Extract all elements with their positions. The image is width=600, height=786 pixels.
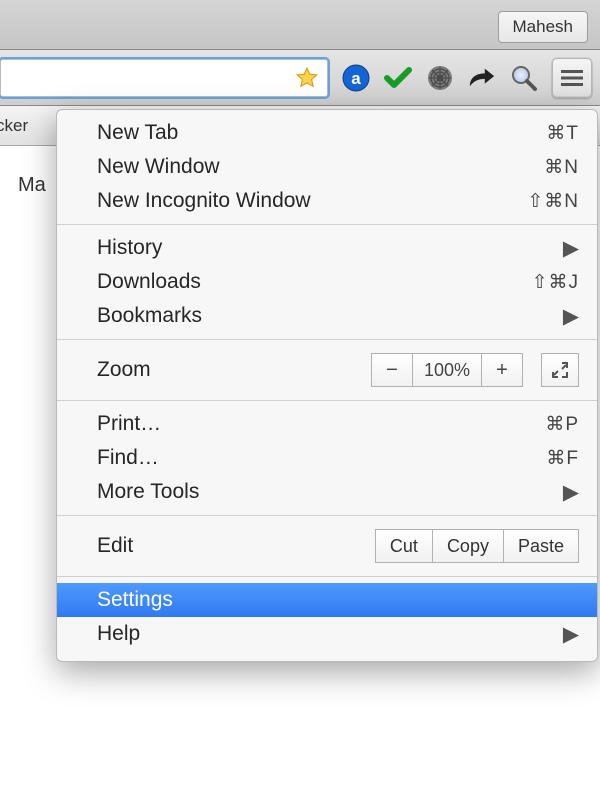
menu-item-shortcut: ⌘T	[546, 122, 579, 145]
magnifier-icon[interactable]	[510, 64, 538, 92]
menu-item-label: Settings	[97, 588, 173, 612]
user-profile-label: Mahesh	[513, 17, 573, 36]
menu-item-label: Downloads	[97, 270, 201, 294]
menu-item-shortcut: ⌘P	[545, 413, 579, 436]
submenu-arrow-icon: ▶	[563, 480, 579, 505]
zoom-label: Zoom	[97, 358, 151, 382]
green-check-icon[interactable]	[384, 64, 412, 92]
menu-item-new-incognito[interactable]: New Incognito Window ⇧⌘N	[57, 184, 597, 218]
hamburger-menu-button[interactable]	[552, 58, 592, 98]
amazon-assistant-icon[interactable]: a	[342, 64, 370, 92]
browser-toolbar: a	[0, 50, 600, 106]
menu-item-shortcut: ⇧⌘N	[527, 190, 579, 213]
window-titlebar: Mahesh	[0, 0, 600, 50]
menu-item-bookmarks[interactable]: Bookmarks ▶	[57, 299, 597, 333]
menu-item-label: Bookmarks	[97, 304, 202, 328]
menu-separator	[57, 515, 597, 516]
menu-item-history[interactable]: History ▶	[57, 231, 597, 265]
submenu-arrow-icon: ▶	[563, 236, 579, 261]
edit-label: Edit	[97, 534, 133, 558]
address-bar[interactable]	[0, 59, 328, 97]
menu-item-new-window[interactable]: New Window ⌘N	[57, 150, 597, 184]
menu-zoom-row: Zoom − 100% +	[57, 346, 597, 394]
edit-cut-button[interactable]: Cut	[375, 529, 433, 563]
menu-item-label: New Incognito Window	[97, 189, 311, 213]
menu-separator	[57, 400, 597, 401]
menu-item-label: New Window	[97, 155, 220, 179]
menu-edit-row: Edit Cut Copy Paste	[57, 522, 597, 570]
bookmark-star-icon[interactable]	[295, 66, 319, 90]
share-arrow-icon[interactable]	[468, 64, 496, 92]
user-profile-button[interactable]: Mahesh	[498, 11, 588, 43]
menu-item-shortcut: ⌘N	[544, 156, 579, 179]
menu-item-print[interactable]: Print… ⌘P	[57, 407, 597, 441]
menu-item-label: Print…	[97, 412, 161, 436]
menu-item-new-tab[interactable]: New Tab ⌘T	[57, 116, 597, 150]
fullscreen-button[interactable]	[541, 353, 579, 387]
submenu-arrow-icon: ▶	[563, 622, 579, 647]
menu-item-label: More Tools	[97, 480, 199, 504]
menu-item-label: New Tab	[97, 121, 178, 145]
menu-item-settings[interactable]: Settings	[57, 583, 597, 617]
zoom-value: 100%	[413, 353, 481, 387]
menu-item-label: History	[97, 236, 162, 260]
zoom-out-button[interactable]: −	[371, 353, 413, 387]
menu-item-more-tools[interactable]: More Tools ▶	[57, 475, 597, 509]
edit-cut-label: Cut	[390, 536, 418, 557]
web-spider-icon[interactable]	[426, 64, 454, 92]
menu-item-shortcut: ⌘F	[546, 447, 579, 470]
menu-item-label: Help	[97, 622, 140, 646]
menu-separator	[57, 339, 597, 340]
menu-item-find[interactable]: Find… ⌘F	[57, 441, 597, 475]
edit-paste-button[interactable]: Paste	[504, 529, 579, 563]
menu-item-downloads[interactable]: Downloads ⇧⌘J	[57, 265, 597, 299]
zoom-in-button[interactable]: +	[481, 353, 523, 387]
menu-separator	[57, 224, 597, 225]
edit-copy-button[interactable]: Copy	[433, 529, 504, 563]
page-text-fragment: Ma	[18, 174, 46, 196]
edit-copy-label: Copy	[447, 536, 489, 557]
menu-item-help[interactable]: Help ▶	[57, 617, 597, 651]
menu-item-shortcut: ⇧⌘J	[532, 271, 579, 294]
svg-text:a: a	[351, 69, 361, 88]
main-menu-dropdown: New Tab ⌘T New Window ⌘N New Incognito W…	[56, 109, 598, 662]
bookmarks-bar-item[interactable]: cker	[0, 116, 28, 136]
submenu-arrow-icon: ▶	[563, 304, 579, 329]
menu-item-label: Find…	[97, 446, 159, 470]
menu-separator	[57, 576, 597, 577]
edit-paste-label: Paste	[518, 536, 564, 557]
